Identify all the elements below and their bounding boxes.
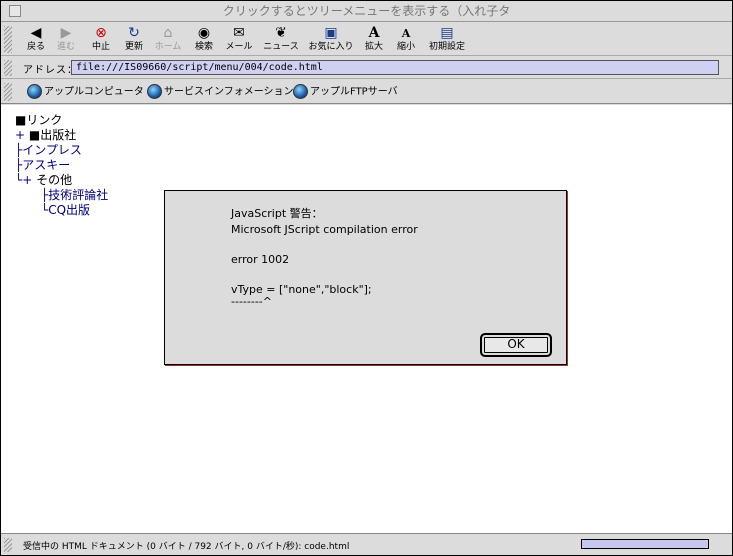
globe-icon	[147, 84, 162, 99]
search-button[interactable]: ◉ 検索	[191, 25, 217, 55]
status-text: 受信中の HTML ドキュメント (0 バイト / 792 バイト, 0 バイト…	[23, 542, 350, 552]
title-bar[interactable]: クリックするとツリーメニューを表示する（入れ子タ	[1, 1, 732, 22]
globe-search-icon: ◉	[197, 25, 211, 41]
tree-root: ■リンク	[15, 113, 63, 127]
dialog-heading: JavaScript 警告：	[231, 207, 323, 220]
tree-menu: ■リンク + ■出版社 ├インプレス ├アスキー └+ その他 ├技術評論社 └…	[15, 113, 108, 218]
favorites-bar: アップルコンピュータ サービスインフォメーション アップルFTPサーバ	[1, 80, 732, 104]
back-button[interactable]: ◀ 戻る	[23, 25, 49, 55]
dialog-error-pointer: --------^	[231, 295, 272, 308]
progress-bar	[581, 539, 709, 549]
tree-item-cq[interactable]: └CQ出版	[15, 203, 108, 218]
status-bar: 受信中の HTML ドキュメント (0 バイト / 792 バイト, 0 バイト…	[1, 533, 732, 555]
larger-text-icon: A	[368, 25, 380, 41]
favorites-folder-icon: ▣	[324, 25, 338, 41]
stop-button[interactable]: ⊗ 中止	[87, 25, 115, 55]
javascript-alert-dialog: JavaScript 警告： Microsoft JScript compila…	[164, 190, 567, 365]
refresh-button[interactable]: ↻ 更新	[121, 25, 147, 55]
smaller-text-icon: A	[401, 27, 411, 40]
refresh-icon: ↻	[128, 25, 140, 41]
address-grip[interactable]	[4, 60, 12, 76]
ok-button[interactable]: OK	[480, 333, 552, 357]
favorite-apple-computer[interactable]: アップルコンピュータ	[27, 84, 144, 101]
window-title: クリックするとツリーメニューを表示する（入れ子タ	[222, 4, 511, 18]
tree-item-impress[interactable]: ├インプレス	[15, 143, 108, 158]
address-label: アドレス：	[23, 65, 78, 76]
favorite-service-information[interactable]: サービスインフォメーション	[147, 84, 294, 101]
tree-node-publishers[interactable]: + ■出版社	[15, 128, 108, 143]
dialog-error-code: error 1002	[231, 253, 290, 266]
home-button[interactable]: ⌂ ホーム	[153, 25, 183, 55]
smaller-text-button[interactable]: A 縮小	[393, 25, 419, 55]
forward-arrow-icon: ▶	[60, 25, 72, 41]
preferences-icon: ▤	[440, 25, 454, 41]
home-icon: ⌂	[163, 25, 173, 41]
dialog-error-title: Microsoft JScript compilation error	[231, 223, 418, 236]
preferences-button[interactable]: ▤ 初期設定	[427, 25, 467, 55]
news-button[interactable]: ❦ ニュース	[261, 25, 301, 55]
globe-icon	[293, 84, 308, 99]
favorite-apple-ftp[interactable]: アップルFTPサーバ	[293, 84, 398, 101]
larger-text-button[interactable]: A 拡大	[361, 25, 387, 55]
favorites-grip[interactable]	[4, 83, 12, 101]
news-icon: ❦	[275, 25, 287, 41]
forward-button[interactable]: ▶ 進む	[53, 25, 79, 55]
mail-button[interactable]: ✉ メール	[223, 25, 255, 55]
toolbar-grip[interactable]	[4, 26, 12, 53]
toolbar: ◀ 戻る ▶ 進む ⊗ 中止 ↻ 更新 ⌂ ホーム ◉ 検索 ✉ メール ❦ ニ	[1, 23, 732, 56]
tree-item-gihyo[interactable]: ├技術評論社	[15, 188, 108, 203]
favorites-button[interactable]: ▣ お気に入り	[307, 25, 355, 55]
back-arrow-icon: ◀	[30, 25, 42, 41]
mail-icon: ✉	[233, 25, 245, 41]
globe-icon	[27, 84, 42, 99]
tree-item-ascii[interactable]: ├アスキー	[15, 158, 108, 173]
close-box[interactable]	[9, 5, 21, 17]
address-input[interactable]: file:///IS09660/script/menu/004/code.htm…	[71, 60, 719, 75]
status-grip	[4, 538, 12, 552]
address-bar: アドレス： file:///IS09660/script/menu/004/co…	[1, 57, 732, 79]
tree-node-other[interactable]: └+ その他	[15, 173, 108, 188]
stop-icon: ⊗	[95, 25, 107, 41]
